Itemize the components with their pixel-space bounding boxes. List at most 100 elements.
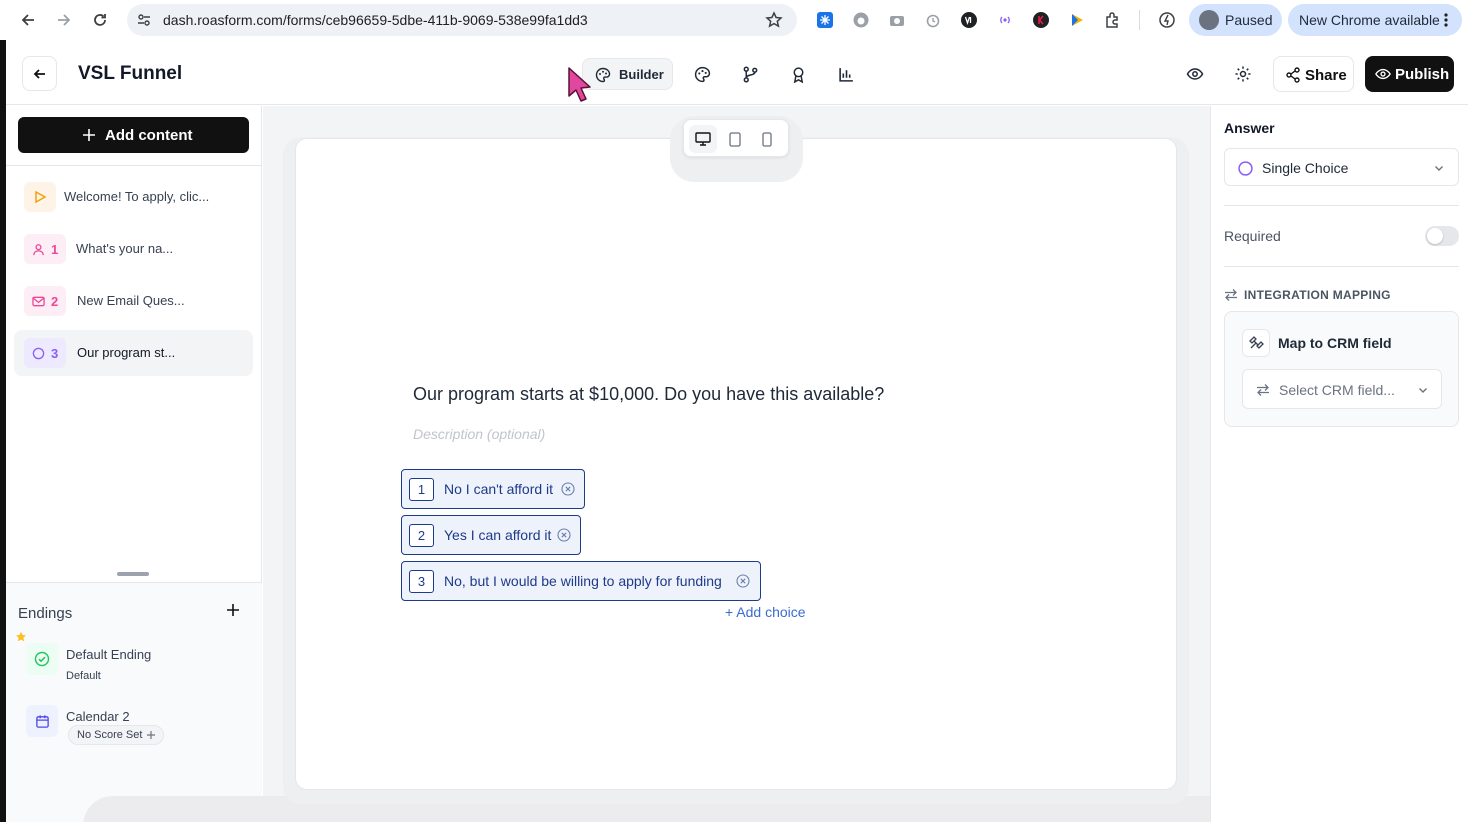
choice-text[interactable]: Yes I can afford it <box>444 527 551 543</box>
ending-title[interactable]: Calendar 2 <box>66 709 130 724</box>
sidebar-item-label: New Email Ques... <box>77 293 185 308</box>
tab-builder[interactable]: Builder <box>582 58 673 90</box>
tab-builder-label: Builder <box>619 67 664 82</box>
remove-choice-icon[interactable] <box>736 574 750 588</box>
score-badge[interactable]: No Score Set <box>68 725 165 745</box>
sidebar-item-label: Our program st... <box>77 345 176 360</box>
sidebar-item-welcome[interactable]: Welcome! To apply, clic... <box>14 174 253 220</box>
settings-gear-icon[interactable] <box>1234 65 1252 83</box>
toolbar-separator <box>1139 10 1140 30</box>
divider <box>1224 266 1459 267</box>
mobile-view-icon[interactable] <box>753 125 781 153</box>
sidebar-item-question-3[interactable]: 3 Our program st... <box>14 330 253 376</box>
required-label: Required <box>1224 228 1281 244</box>
toggle-knob <box>1427 228 1443 244</box>
ending-default[interactable] <box>26 643 58 675</box>
description-input[interactable]: Description (optional) <box>413 426 545 442</box>
extension-play-icon[interactable] <box>1068 11 1086 29</box>
extension-alarm-icon[interactable] <box>924 11 942 29</box>
choice-text[interactable]: No I can't afford it <box>444 481 553 497</box>
extension-vb-icon[interactable] <box>960 11 978 29</box>
integration-mapping-heading: INTEGRATION MAPPING <box>1244 288 1391 302</box>
desktop-view-icon[interactable] <box>689 125 717 153</box>
app-header: VSL Funnel Builder Share Publish <box>6 40 1468 105</box>
add-choice-link[interactable]: + Add choice <box>725 604 806 620</box>
user-icon <box>33 243 44 255</box>
extension-snowflake-icon[interactable] <box>816 11 834 29</box>
chrome-update-button[interactable]: New Chrome available <box>1288 4 1462 36</box>
extension-reddit-icon[interactable] <box>852 11 870 29</box>
answer-type-select[interactable]: Single Choice <box>1224 148 1459 186</box>
sidebar-item-question-2[interactable]: 2 New Email Ques... <box>14 278 253 324</box>
builder-canvas: Our program starts at $10,000. Do you ha… <box>83 106 1403 822</box>
extension-broadcast-icon[interactable] <box>996 11 1014 29</box>
choice-key: 1 <box>409 478 434 501</box>
swap-arrows-icon <box>1225 289 1237 301</box>
tab-design-palette-icon[interactable] <box>693 65 711 83</box>
site-settings-icon[interactable] <box>137 13 151 27</box>
answer-label: Answer <box>1224 120 1275 136</box>
mouse-cursor-icon <box>566 66 592 104</box>
question-number: 3 <box>51 345 59 361</box>
remove-choice-icon[interactable] <box>557 528 571 542</box>
question-badge: 3 <box>24 338 67 368</box>
sidebar-item-question-1[interactable]: 1 What's your na... <box>14 226 253 272</box>
extensions-puzzle-icon[interactable] <box>1104 11 1122 29</box>
profile-paused-button[interactable]: Paused <box>1189 4 1282 36</box>
ending-title[interactable]: Default Ending <box>66 647 151 662</box>
ending-subtitle: Default <box>66 670 101 682</box>
performance-icon[interactable] <box>1158 11 1176 29</box>
choice-key: 3 <box>409 570 434 593</box>
extension-k-icon[interactable] <box>1032 11 1050 29</box>
remove-choice-icon[interactable] <box>561 482 575 496</box>
preview-eye-icon[interactable] <box>1186 65 1204 83</box>
calendar-icon <box>35 714 49 728</box>
choice-option[interactable]: 3 No, but I would be willing to apply fo… <box>401 561 761 601</box>
crm-field-select[interactable]: Select CRM field... <box>1242 369 1442 409</box>
question-number: 2 <box>51 293 59 309</box>
forward-arrow-icon[interactable] <box>53 9 75 31</box>
kebab-menu-icon[interactable] <box>1444 13 1448 27</box>
tab-scoring-award-icon[interactable] <box>789 65 807 83</box>
browser-toolbar: dash.roasform.com/forms/ceb96659-5dbe-41… <box>0 0 1468 40</box>
crm-mapping-card: Map to CRM field Select CRM field... <box>1224 311 1459 427</box>
bookmark-star-icon[interactable] <box>765 11 783 29</box>
circle-icon <box>32 347 45 359</box>
extension-camera-icon[interactable] <box>888 11 906 29</box>
url-text: dash.roasform.com/forms/ceb96659-5dbe-41… <box>163 12 588 28</box>
crm-field-placeholder: Select CRM field... <box>1279 382 1395 398</box>
crm-satellite-icon <box>1242 329 1270 357</box>
ending-calendar[interactable] <box>26 705 58 737</box>
choice-option[interactable]: 1 No I can't afford it <box>401 469 585 509</box>
crm-title: Map to CRM field <box>1278 335 1392 351</box>
swap-arrows-icon <box>1257 384 1269 396</box>
choice-text[interactable]: No, but I would be willing to apply for … <box>444 573 722 589</box>
sidebar-item-label: What's your na... <box>76 241 174 256</box>
publish-button[interactable]: Publish <box>1365 56 1454 92</box>
profile-status: Paused <box>1225 12 1273 28</box>
form-preview-card: Our program starts at $10,000. Do you ha… <box>295 138 1177 790</box>
endings-section: Endings Default Ending Default Calendar … <box>6 582 262 822</box>
play-icon <box>35 190 47 204</box>
properties-panel: Answer Single Choice Required INTEGRATIO… <box>1210 106 1468 822</box>
default-star-icon <box>15 631 27 643</box>
add-content-button[interactable]: Add content <box>18 117 249 153</box>
tablet-view-icon[interactable] <box>721 125 749 153</box>
mail-icon <box>32 296 45 306</box>
tab-logic-branch-icon[interactable] <box>741 65 759 83</box>
back-button[interactable] <box>22 56 57 91</box>
choice-option[interactable]: 2 Yes I can afford it <box>401 515 581 555</box>
endings-title: Endings <box>18 605 73 622</box>
tab-analytics-chart-icon[interactable] <box>837 65 855 83</box>
answer-type-value: Single Choice <box>1262 160 1349 176</box>
add-ending-plus-icon[interactable] <box>226 603 240 617</box>
back-arrow-icon[interactable] <box>17 9 39 31</box>
address-bar[interactable]: dash.roasform.com/forms/ceb96659-5dbe-41… <box>127 4 797 36</box>
question-title[interactable]: Our program starts at $10,000. Do you ha… <box>413 384 884 405</box>
publish-label: Publish <box>1395 66 1450 83</box>
reload-icon[interactable] <box>89 9 111 31</box>
required-toggle[interactable] <box>1425 226 1459 246</box>
share-button[interactable]: Share <box>1273 56 1354 92</box>
resize-handle[interactable] <box>117 572 149 576</box>
update-label: New Chrome available <box>1299 12 1440 28</box>
